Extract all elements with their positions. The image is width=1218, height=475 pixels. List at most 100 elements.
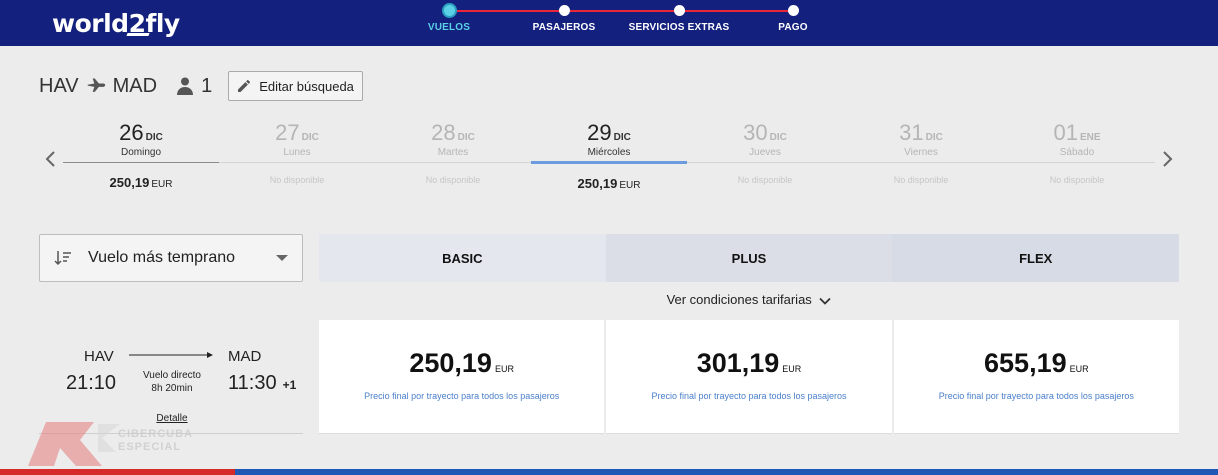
edit-search-label: Editar búsqueda (259, 78, 354, 94)
fare-note: Precio final por trayecto para todos los… (938, 391, 1134, 401)
pencil-icon (238, 79, 251, 92)
date-weekday: Miércoles (587, 147, 631, 158)
date-weekday: Lunes (283, 147, 311, 158)
chevron-right-icon[interactable] (1160, 150, 1174, 168)
date-underline (63, 162, 219, 163)
fare-conditions-label: Ver condiciones tarifarias (666, 292, 812, 307)
date-option-26-dic[interactable]: 26 DIC Domingo 250,19 EUR (63, 120, 219, 190)
date-weekday: Sábado (1059, 147, 1095, 158)
watermark-line1: CIBERCUBA (118, 428, 193, 440)
flight-type-label: Vuelo directo (143, 370, 201, 381)
plane-icon (87, 78, 105, 92)
fare-price: 655,19 EUR (894, 348, 1179, 379)
step-label: VUELOS (427, 22, 471, 33)
person-icon (177, 77, 194, 95)
date-option-28-dic[interactable]: 28 DIC Martes No disponible (375, 120, 531, 185)
origin-code: HAV (39, 74, 79, 97)
date-weekday: Domingo (120, 147, 162, 158)
flight-origin: HAV (84, 348, 114, 365)
passenger-count: 1 (201, 74, 213, 97)
arrival-time-value: 11:30 (228, 372, 277, 394)
date-unavailable: No disponible (893, 175, 949, 185)
date-price: 250,19 EUR (531, 176, 687, 191)
date-month: DIC (769, 132, 787, 143)
logo-text-fly: fly (145, 9, 180, 38)
date-unavailable: No disponible (425, 175, 481, 185)
date-day: 01 (1053, 120, 1078, 145)
destination-code: MAD (112, 74, 158, 97)
fare-card-flex[interactable]: 655,19 EUR Precio final por trayecto para… (893, 320, 1179, 434)
logo-text-two: 2 (128, 9, 146, 38)
step-pasajeros[interactable]: PASAJEROS (504, 4, 624, 33)
date-underline (375, 162, 531, 163)
watermark-text: CIBERCUBA ESPECIAL (118, 428, 193, 454)
date-price: 250,19 EUR (63, 175, 219, 190)
date-weekday: Martes (437, 147, 469, 158)
fare-amount: 655,19 (984, 348, 1067, 378)
sort-selected-value: Vuelo más temprano (88, 249, 236, 266)
flight-duration: 8h 20min (151, 383, 193, 394)
tab-flex[interactable]: FLEX (892, 234, 1180, 282)
date-option-30-dic[interactable]: 30 DIC Jueves No disponible (687, 120, 843, 185)
date-carousel: 26 DIC Domingo 250,19 EUR 27 DIC Lunes No d… (63, 120, 1155, 200)
date-underline (843, 162, 999, 163)
date-underline-selected (531, 161, 687, 164)
date-day: 31 (899, 120, 924, 145)
date-option-27-dic[interactable]: 27 DIC Lunes No disponible (219, 120, 375, 185)
logo-text-world: world (52, 9, 129, 38)
date-day: 30 (743, 120, 768, 145)
tab-plus[interactable]: PLUS (605, 234, 893, 282)
departure-time: 21:10 (66, 372, 117, 394)
fare-card-plus[interactable]: 301,19 EUR Precio final por trayecto para… (606, 320, 892, 434)
flight-destination: MAD (228, 348, 262, 365)
date-option-01-ene[interactable]: 01 ENE Sábado No disponible (999, 120, 1155, 185)
tab-basic[interactable]: BASIC (319, 234, 606, 282)
sort-icon (54, 251, 71, 266)
fare-price: 301,19 EUR (606, 348, 891, 379)
date-price-amount: 250,19 (109, 175, 150, 190)
fare-currency: EUR (782, 364, 802, 374)
fare-currency: EUR (494, 364, 514, 374)
date-month: ENE (1079, 132, 1101, 143)
date-month: DIC (145, 132, 163, 143)
step-servicios-extras[interactable]: SERVICIOS EXTRAS (619, 4, 739, 33)
date-option-31-dic[interactable]: 31 DIC Viernes No disponible (843, 120, 999, 185)
day-offset: +1 (282, 378, 297, 392)
step-dot (443, 5, 455, 16)
fare-amount: 301,19 (696, 348, 780, 378)
date-option-29-dic[interactable]: 29 DIC Miércoles 250,19 EUR (531, 120, 687, 191)
footer-bar-red (0, 469, 235, 475)
date-month: DIC (925, 132, 943, 143)
date-underline (219, 162, 375, 163)
step-vuelos[interactable]: VUELOS (389, 4, 509, 33)
fare-price: 250,19 EUR (319, 348, 604, 379)
chevron-down-icon (819, 297, 832, 305)
date-price-amount: 250,19 (577, 176, 618, 191)
edit-search-button[interactable]: Editar búsqueda (228, 71, 363, 101)
fare-conditions-toggle[interactable]: Ver condiciones tarifarias (319, 292, 1179, 307)
date-day: 26 (119, 120, 144, 145)
fare-currency: EUR (1069, 364, 1089, 374)
step-dot (558, 5, 570, 16)
booking-steps: VUELOS PASAJEROS SERVICIOS EXTRAS PAGO (400, 0, 840, 46)
date-underline (687, 162, 843, 163)
date-weekday: Jueves (749, 147, 781, 158)
date-month: DIC (613, 132, 631, 143)
date-unavailable: No disponible (737, 175, 793, 185)
world2fly-logo[interactable]: world2fly (52, 9, 180, 38)
fare-note: Precio final por trayecto para todos los… (651, 391, 847, 401)
step-pago[interactable]: PAGO (733, 4, 853, 33)
chevron-left-icon[interactable] (44, 150, 58, 168)
date-underline (999, 162, 1155, 163)
fare-tabs: BASIC PLUS FLEX (319, 234, 1180, 282)
date-day: 27 (275, 120, 300, 145)
top-header: world2fly VUELOS PASAJEROS SERVICIOS EXT… (0, 0, 1218, 46)
date-unavailable: No disponible (269, 175, 325, 185)
date-month: DIC (301, 132, 319, 143)
watermark-line2: ESPECIAL (118, 441, 182, 453)
fare-card-basic[interactable]: 250,19 EUR Precio final por trayecto para… (319, 320, 605, 434)
sort-dropdown[interactable]: Vuelo más temprano (39, 234, 303, 282)
arrow-right-icon (129, 352, 213, 358)
route-summary: HAV MAD 1 Editar búsqueda (39, 70, 363, 102)
fare-cards: 250,19 EUR Precio final por trayecto para… (319, 320, 1179, 434)
